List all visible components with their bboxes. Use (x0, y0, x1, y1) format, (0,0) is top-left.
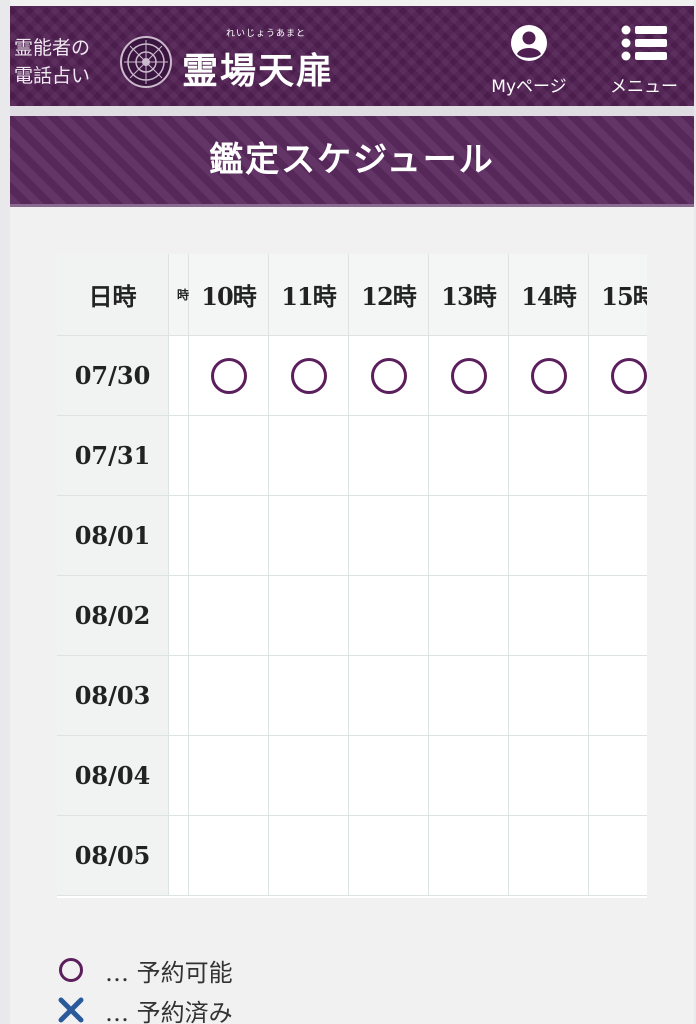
time-slot[interactable] (589, 496, 647, 576)
user-icon (511, 25, 547, 61)
hour-header: 15時 (589, 254, 647, 336)
hours-scroll-area[interactable]: 時 10時 11時 12時 13時 14時 15時 (169, 254, 647, 898)
time-slot[interactable] (589, 336, 647, 416)
date-cell: 08/01 (57, 496, 169, 576)
time-slot[interactable] (349, 496, 429, 576)
time-slot[interactable] (169, 496, 189, 576)
time-slot[interactable] (269, 656, 349, 736)
time-slot[interactable] (509, 816, 589, 896)
list-menu-icon (621, 25, 667, 61)
time-slot[interactable] (269, 416, 349, 496)
hour-header-partial: 時 (169, 254, 189, 336)
time-slot[interactable] (429, 416, 509, 496)
date-cell: 08/04 (57, 736, 169, 816)
time-slot[interactable] (169, 656, 189, 736)
time-slot[interactable] (349, 656, 429, 736)
header-divider (10, 106, 694, 116)
time-slot[interactable] (429, 656, 509, 736)
time-slot[interactable] (349, 416, 429, 496)
time-slot[interactable] (509, 736, 589, 816)
time-slot[interactable] (269, 576, 349, 656)
hour-header: 12時 (349, 254, 429, 336)
hour-header: 14時 (509, 254, 589, 336)
available-circle-icon (370, 357, 407, 394)
schedule-table: 日時 07/30 07/31 08/01 08/02 08/03 08/04 08/05 時1… (57, 254, 647, 898)
time-slot[interactable] (349, 736, 429, 816)
time-slot[interactable] (429, 496, 509, 576)
menu-label: メニュー (610, 77, 678, 97)
time-slot[interactable] (589, 816, 647, 896)
site-header: 霊能者の 電話占い れいじょうあまと 霊場天扉 Myページ メニュー (10, 6, 694, 106)
date-cell: 07/30 (57, 336, 169, 416)
corner-header: 日時 (57, 254, 169, 336)
date-cell: 08/03 (57, 656, 169, 736)
legend-booked-label: … 予約済み (105, 998, 233, 1024)
time-slot[interactable] (589, 656, 647, 736)
available-circle-icon (290, 357, 327, 394)
hour-header: 11時 (269, 254, 349, 336)
legend-available: … 予約可能 (57, 950, 657, 990)
time-slot[interactable] (169, 336, 189, 416)
time-slot[interactable] (269, 336, 349, 416)
available-circle-icon (530, 357, 567, 394)
tagline-line2: 電話占い (14, 65, 91, 87)
hour-header: 13時 (429, 254, 509, 336)
available-circle-icon (610, 357, 647, 394)
menu-button[interactable]: メニュー (594, 24, 694, 97)
time-slot[interactable] (349, 576, 429, 656)
time-slot[interactable] (169, 576, 189, 656)
time-slot[interactable] (429, 576, 509, 656)
time-slot[interactable] (189, 656, 269, 736)
time-slot[interactable] (589, 736, 647, 816)
hour-header: 10時 (189, 254, 269, 336)
time-slot[interactable] (169, 816, 189, 896)
date-cell: 07/31 (57, 416, 169, 496)
time-slot[interactable] (189, 416, 269, 496)
time-slot[interactable] (269, 496, 349, 576)
time-slot[interactable] (589, 416, 647, 496)
time-slot[interactable] (509, 496, 589, 576)
cross-icon (58, 997, 84, 1023)
time-slot[interactable] (349, 336, 429, 416)
available-circle-icon (450, 357, 487, 394)
mypage-button[interactable]: Myページ (484, 24, 574, 97)
time-slot[interactable] (429, 736, 509, 816)
time-slot[interactable] (509, 656, 589, 736)
mypage-label: Myページ (491, 77, 567, 97)
time-slot[interactable] (509, 416, 589, 496)
brand-ruby: れいじょうあまと (226, 29, 307, 39)
tagline: 霊能者の 電話占い (14, 34, 114, 90)
circle-icon (59, 958, 83, 982)
brand-title[interactable]: 霊場天扉 (182, 42, 334, 94)
time-slot[interactable] (269, 816, 349, 896)
time-slot[interactable] (189, 496, 269, 576)
available-circle-icon (210, 357, 247, 394)
time-slot[interactable] (349, 816, 429, 896)
date-cell: 08/02 (57, 576, 169, 656)
time-slot[interactable] (189, 736, 269, 816)
time-slot[interactable] (509, 336, 589, 416)
time-slot[interactable] (429, 336, 509, 416)
legend: … 予約可能 … 予約済み (57, 950, 657, 1024)
date-cell: 08/05 (57, 816, 169, 896)
time-slot[interactable] (589, 576, 647, 656)
time-slot[interactable] (429, 816, 509, 896)
tagline-line1: 霊能者の (14, 37, 91, 59)
title-bar: 鑑定スケジュール (10, 116, 694, 207)
time-slot[interactable] (269, 736, 349, 816)
time-slot[interactable] (169, 416, 189, 496)
legend-booked: … 予約済み (57, 990, 657, 1024)
time-slot[interactable] (189, 576, 269, 656)
page-title: 鑑定スケジュール (209, 140, 495, 180)
page-frame: 霊能者の 電話占い れいじょうあまと 霊場天扉 Myページ メニュー 鑑定スケジ… (10, 0, 694, 1024)
logo-emblem-icon[interactable] (120, 36, 172, 88)
time-slot[interactable] (189, 336, 269, 416)
time-slot[interactable] (189, 816, 269, 896)
legend-available-label: … 予約可能 (105, 958, 233, 987)
time-slot[interactable] (169, 736, 189, 816)
time-slot[interactable] (509, 576, 589, 656)
